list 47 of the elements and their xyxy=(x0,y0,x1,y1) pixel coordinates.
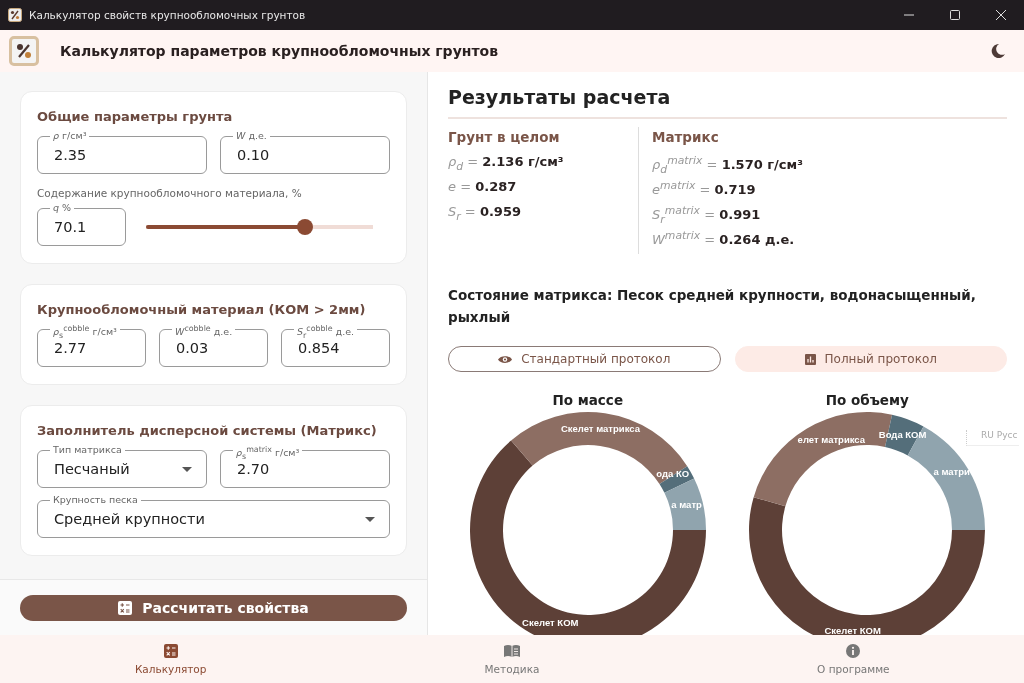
slider-thumb[interactable] xyxy=(297,219,314,235)
slice-label: Вода КОМ xyxy=(879,428,927,440)
app-icon xyxy=(8,8,22,22)
slice-label: а матри xyxy=(933,465,971,477)
calculate-button[interactable]: Рассчитать свойства xyxy=(20,595,407,621)
nav-tab[interactable]: О программе xyxy=(682,635,1024,683)
slice-label: Скелет КОМ xyxy=(824,625,882,635)
slice-label: елет матрикса xyxy=(797,434,866,446)
calculator-icon xyxy=(118,601,133,615)
app-title: Калькулятор параметров крупнообломочных грунтов xyxy=(60,43,500,59)
slice-label: а матр xyxy=(671,498,702,510)
nav-tab[interactable]: Калькулятор xyxy=(0,635,342,683)
close-icon[interactable] xyxy=(996,10,1006,20)
info-icon xyxy=(846,643,861,658)
book-icon xyxy=(503,643,521,658)
bar-chart-icon xyxy=(804,353,816,365)
card-title: Общие параметры грунта xyxy=(37,109,234,124)
caret-icon xyxy=(182,466,192,472)
language-indicator: RU Русс xyxy=(966,430,1020,446)
field-caption: Содержание крупнообломочного материала, % xyxy=(37,187,303,199)
results-title: Результаты расчета xyxy=(448,86,1007,119)
column-title: Грунт в целом xyxy=(448,129,561,145)
column-title: Матрикс xyxy=(652,129,720,145)
result-line: W$^{matrix}$ = 0.264 д.е. xyxy=(652,229,796,248)
result-line: e = 0.287 xyxy=(448,179,518,196)
protocol-button[interactable]: Стандартный протокол xyxy=(448,346,721,372)
caret-icon xyxy=(365,516,375,522)
result-line: S$_{r}$ = 0.959 xyxy=(448,204,522,223)
chart-title: По объему xyxy=(825,392,909,408)
slice-label: Скелет матрикса xyxy=(560,423,640,435)
card-title: Крупнообломочный материал (КОМ > 2мм) xyxy=(37,302,367,317)
nav-tab[interactable]: Методика xyxy=(341,635,683,683)
moon-icon[interactable] xyxy=(990,43,1006,59)
chart-title: По массе xyxy=(552,392,624,408)
result-line: ρ$_{d}$ = 2.136 г/см³ xyxy=(448,154,565,173)
protocol-button[interactable]: Полный протокол xyxy=(734,346,1007,372)
slice-label: ода КО xyxy=(656,467,689,479)
card-title: Заполнитель дисперсной системы (Матрикс) xyxy=(37,423,378,438)
matrix-state-text: Состояние матрикса: Песок средней крупности, водонасыщенный, рыхлый xyxy=(448,286,977,327)
eye-icon xyxy=(498,354,513,364)
slice-label: Скелет КОМ xyxy=(521,617,579,628)
maximize-icon[interactable] xyxy=(950,10,960,20)
result-line: e$^{matrix}$ = 0.719 xyxy=(652,179,757,198)
calculator-icon xyxy=(163,643,178,658)
result-line: S$_{r}$$^{matrix}$ = 0.991 xyxy=(652,204,762,223)
result-line: ρ$_{d}$$^{matrix}$ = 1.570 г/см³ xyxy=(652,154,803,173)
window-title: Калькулятор свойств крупнообломочных грунтов xyxy=(29,9,307,21)
